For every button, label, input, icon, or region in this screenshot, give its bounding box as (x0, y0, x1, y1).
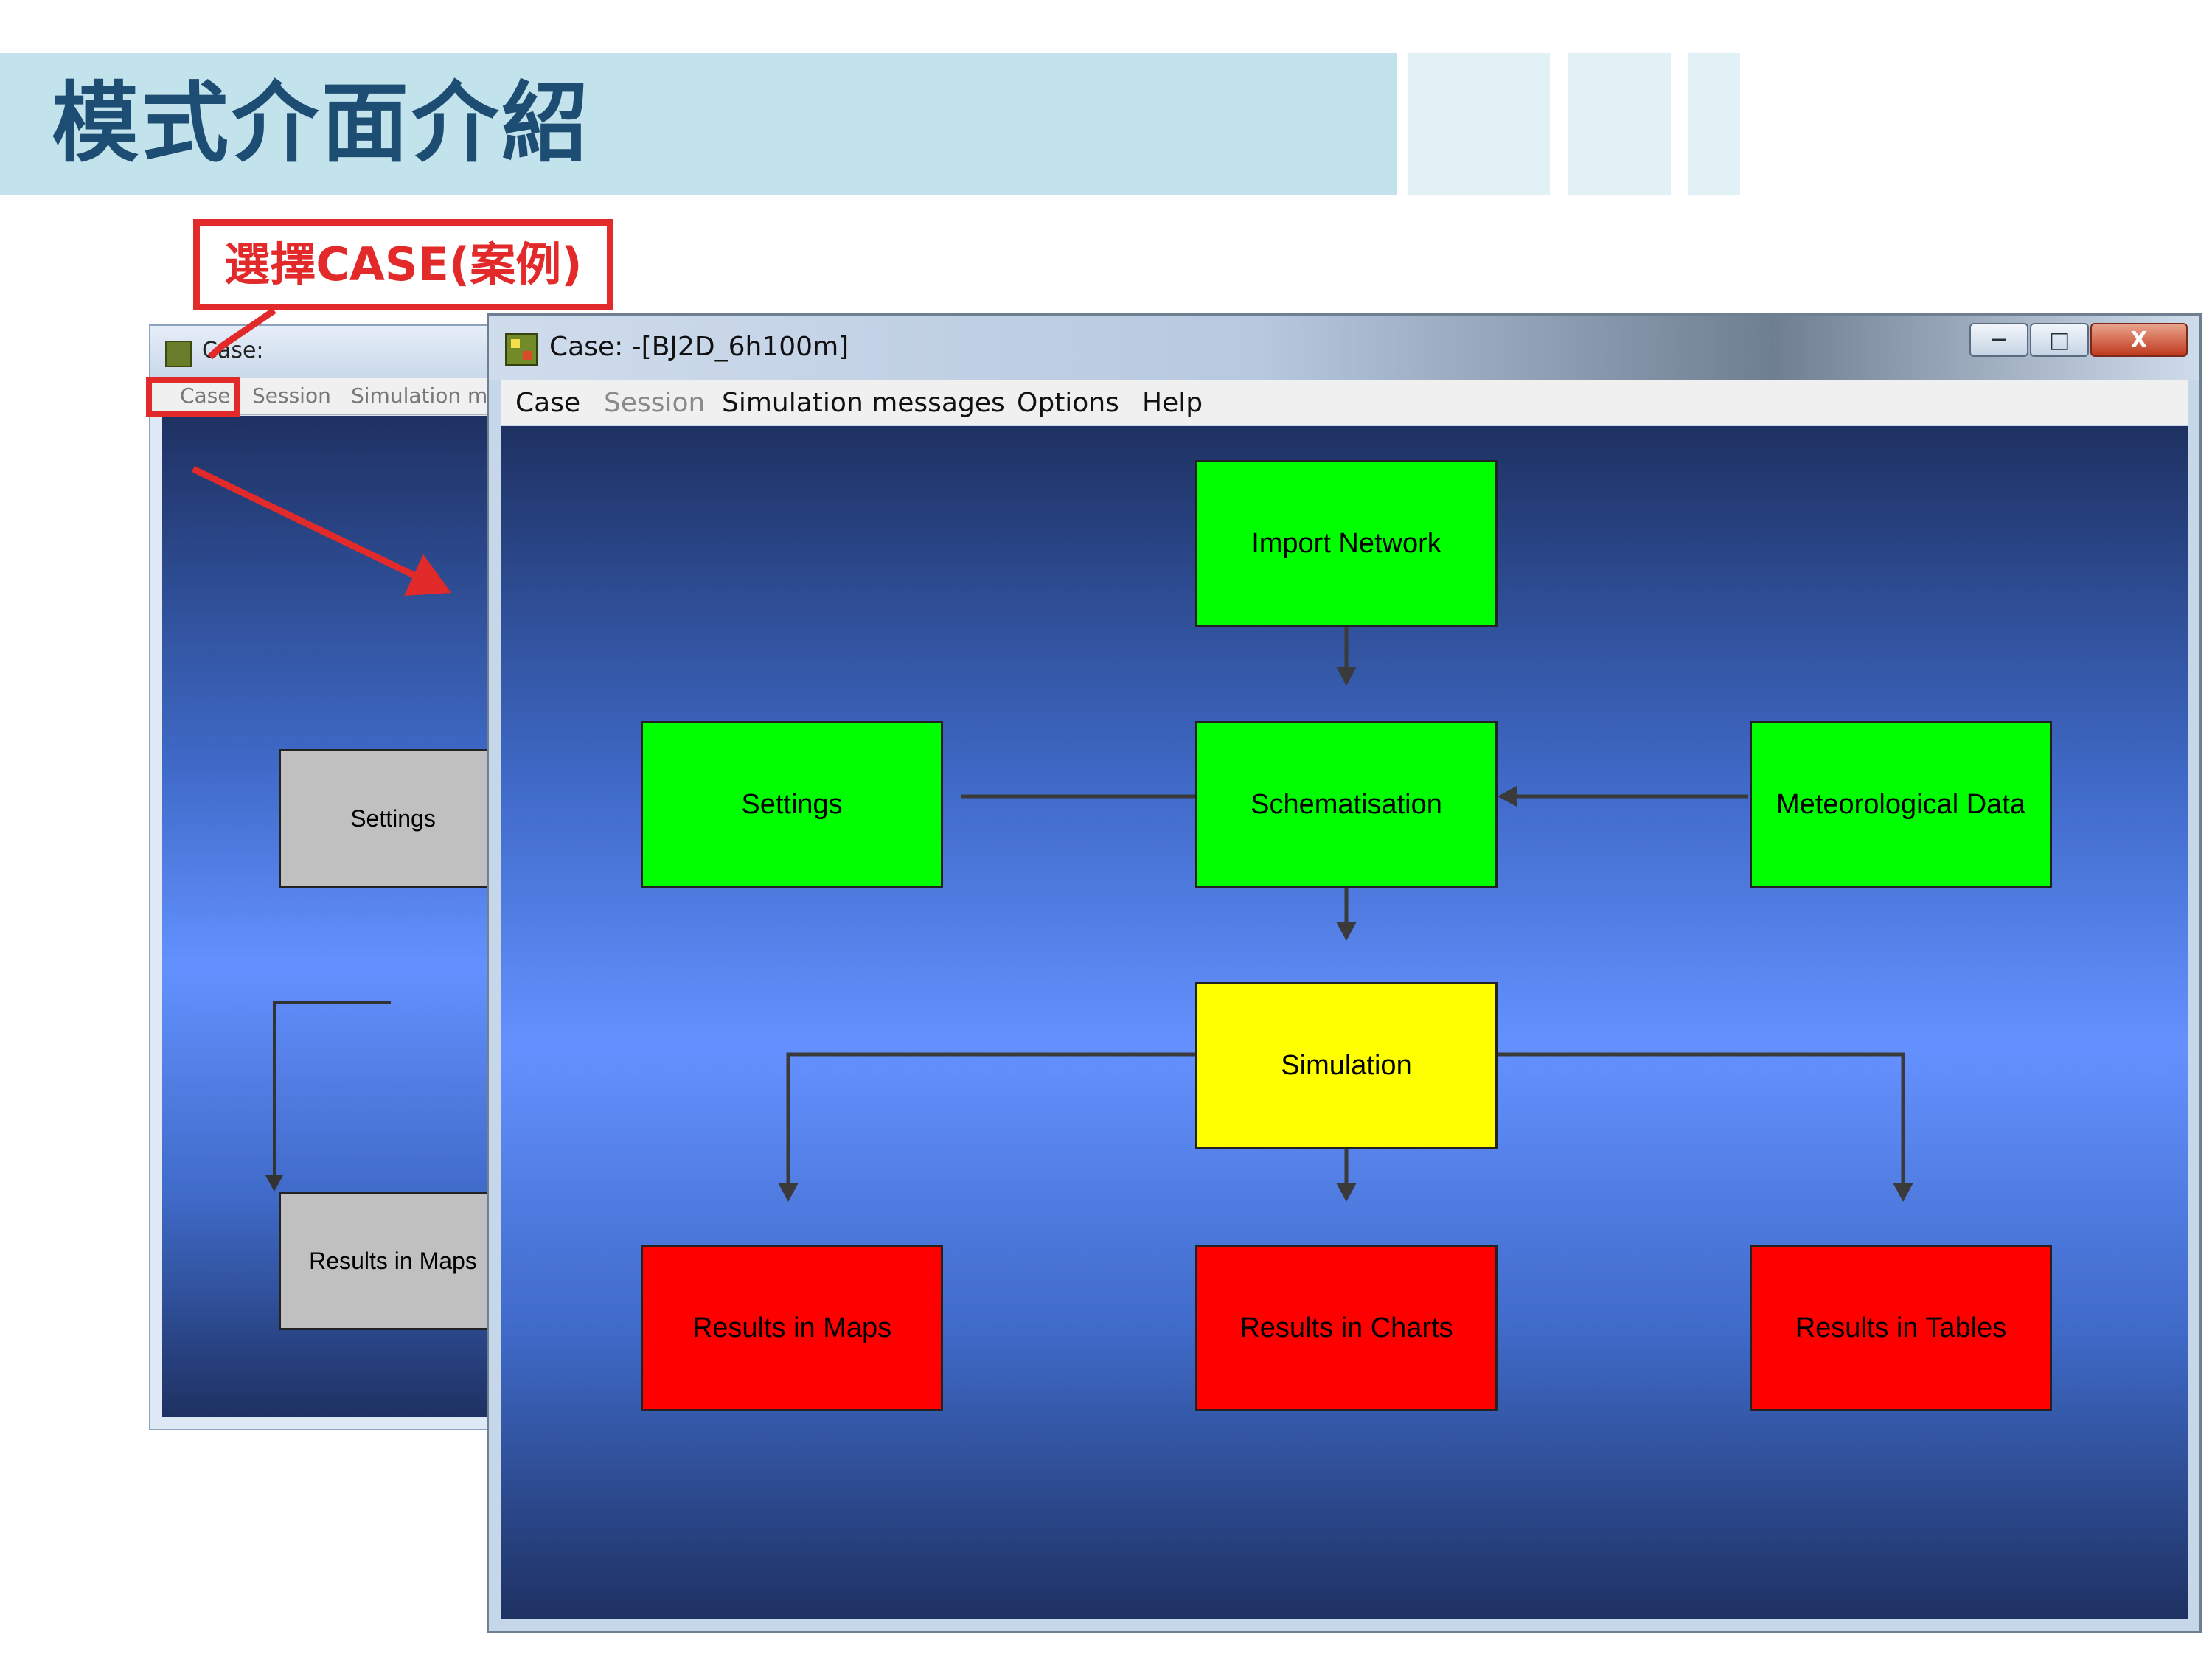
background-window: Case: Case Session Simulation m Settings… (149, 324, 495, 1430)
results-in-maps-node[interactable]: Results in Maps (641, 1245, 943, 1411)
minimize-button[interactable]: ─ (1969, 323, 2028, 357)
settings-node[interactable]: Settings (641, 721, 943, 888)
workflow-canvas: Import Network Settings Schematisation M… (501, 426, 2188, 1619)
simulation-node[interactable]: Simulation (1195, 982, 1498, 1149)
menu-simulation-messages[interactable]: Simulation messages (722, 388, 1005, 418)
menu-bar: Case Session Simulation messages Options… (501, 380, 2188, 425)
background-window-title: Case: (202, 338, 264, 364)
results-in-tables-node[interactable]: Results in Tables (1750, 1245, 2052, 1411)
header-decor-square (1688, 53, 1740, 195)
menu-session[interactable]: Session (604, 388, 705, 418)
case-menu-highlight (146, 377, 240, 417)
bg-menu-simulation[interactable]: Simulation m (351, 383, 487, 408)
menu-options[interactable]: Options (1017, 388, 1119, 418)
results-in-charts-node[interactable]: Results in Charts (1195, 1245, 1498, 1411)
background-client-area: Settings Results in Maps (162, 416, 494, 1417)
callout-text: 選擇CASE(案例) (224, 237, 582, 291)
app-icon (505, 333, 538, 366)
background-title-bar: Case: (150, 326, 494, 378)
header-decor-square (1408, 53, 1550, 195)
slide-title: 模式介面介紹 (52, 72, 592, 174)
meteorological-data-node[interactable]: Meteorological Data (1750, 721, 2052, 888)
menu-help[interactable]: Help (1142, 388, 1203, 418)
callout-box: 選擇CASE(案例) (193, 219, 613, 310)
window-title: Case: -[BJ2D_6h100m] (549, 332, 849, 362)
menu-case[interactable]: Case (515, 388, 580, 418)
bg-menu-session[interactable]: Session (252, 383, 331, 408)
maximize-button[interactable]: □ (2030, 323, 2089, 357)
title-bar: Case: -[BJ2D_6h100m] ─ □ X (489, 316, 2199, 380)
main-window: Case: -[BJ2D_6h100m] ─ □ X Case Session … (487, 313, 2202, 1633)
header-decor-square (1568, 53, 1671, 195)
import-network-node[interactable]: Import Network (1195, 460, 1498, 627)
bg-connector (265, 1001, 391, 1192)
schematisation-node[interactable]: Schematisation (1195, 721, 1498, 888)
close-button[interactable]: X (2090, 323, 2188, 357)
app-icon (165, 341, 192, 367)
